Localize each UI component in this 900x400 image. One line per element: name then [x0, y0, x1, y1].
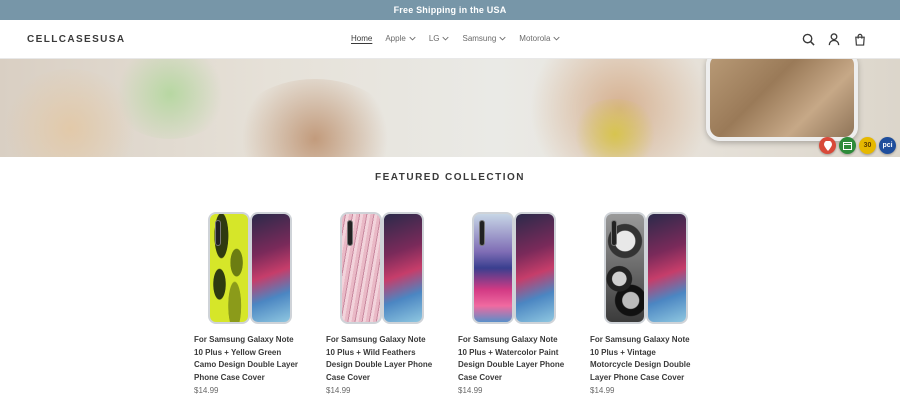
product-title[interactable]: For Samsung Galaxy Note 10 Plus + Vintag…: [590, 334, 698, 384]
camera-module: [347, 220, 353, 246]
chevron-down-icon: [442, 36, 450, 41]
product-card[interactable]: For Samsung Galaxy Note 10 Plus + Yellow…: [194, 206, 302, 395]
chevron-down-icon: [409, 36, 416, 41]
nav-item-label: LG: [428, 34, 440, 43]
location-pin-badge: [819, 137, 836, 154]
product-price: $14.99: [458, 386, 483, 395]
product-card[interactable]: For Samsung Galaxy Note 10 Plus + Wild F…: [326, 206, 434, 395]
nav-item-label: Apple: [385, 34, 406, 43]
pci-badge: pci: [879, 137, 896, 154]
camera-module: [215, 220, 221, 246]
nav-item-motorola[interactable]: Motorola: [519, 34, 561, 43]
product-image[interactable]: [458, 206, 566, 328]
nav-item-apple[interactable]: Apple: [385, 34, 416, 43]
nav-item-home[interactable]: Home: [351, 34, 372, 43]
site-logo[interactable]: CELLCASESUSA: [27, 34, 125, 45]
case-front: [514, 212, 556, 324]
search-icon[interactable]: [801, 32, 815, 46]
cart-icon[interactable]: [853, 32, 867, 46]
case-back: [208, 212, 250, 324]
announcement-bar: Free Shipping in the USA: [0, 0, 900, 20]
thirty-day-badge: 30: [859, 137, 876, 154]
product-grid: For Samsung Galaxy Note 10 Plus + Yellow…: [194, 206, 698, 395]
product-price: $14.99: [326, 386, 351, 395]
case-front: [646, 212, 688, 324]
product-price: $14.99: [590, 386, 615, 395]
main-nav: Home Apple LG Samsung Motorola: [351, 34, 561, 43]
case-back: [604, 212, 646, 324]
product-card[interactable]: For Samsung Galaxy Note 10 Plus + Vintag…: [590, 206, 698, 395]
announcement-text: Free Shipping in the USA: [393, 5, 507, 15]
account-icon[interactable]: [827, 32, 841, 46]
nav-item-label: Samsung: [462, 34, 497, 43]
product-image[interactable]: [326, 206, 434, 328]
trust-badges: 30 pci: [819, 137, 896, 154]
product-price: $14.99: [194, 386, 219, 395]
nav-item-label: Motorola: [519, 34, 551, 43]
product-card[interactable]: For Samsung Galaxy Note 10 Plus + Waterc…: [458, 206, 566, 395]
calendar-badge: [839, 137, 856, 154]
nav-item-samsung[interactable]: Samsung: [462, 34, 506, 43]
hero-banner[interactable]: [0, 59, 900, 157]
product-title[interactable]: For Samsung Galaxy Note 10 Plus + Yellow…: [194, 334, 302, 384]
featured-collection-title: FEATURED COLLECTION: [375, 172, 525, 183]
product-image[interactable]: [590, 206, 698, 328]
product-title[interactable]: For Samsung Galaxy Note 10 Plus + Waterc…: [458, 334, 566, 384]
site-header: CELLCASESUSA Home Apple LG Samsung Motor…: [0, 20, 900, 59]
hero-phone-image: [706, 59, 858, 141]
chevron-down-icon: [553, 36, 561, 41]
case-back: [340, 212, 382, 324]
case-back: [472, 212, 514, 324]
chevron-down-icon: [499, 36, 506, 41]
nav-item-lg[interactable]: LG: [429, 34, 450, 43]
camera-module: [611, 220, 617, 246]
camera-module: [479, 220, 485, 246]
product-title[interactable]: For Samsung Galaxy Note 10 Plus + Wild F…: [326, 334, 434, 384]
case-front: [382, 212, 424, 324]
case-front: [250, 212, 292, 324]
product-image[interactable]: [194, 206, 302, 328]
hero-figure: [230, 79, 400, 157]
nav-item-label: Home: [351, 34, 373, 43]
header-icons: [801, 32, 867, 46]
